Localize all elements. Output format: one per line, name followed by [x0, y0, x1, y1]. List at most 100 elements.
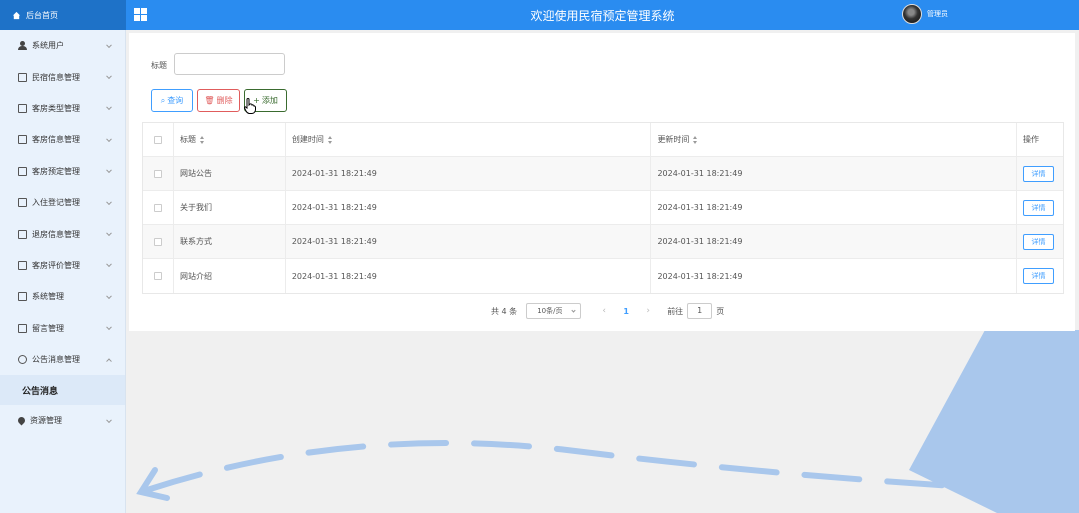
- row-updated: 2024-01-31 18:21:49: [651, 157, 1018, 190]
- chevron-down-icon: [106, 199, 112, 205]
- sort-icon[interactable]: [327, 135, 333, 144]
- row-title: 联系方式: [174, 225, 286, 258]
- header-updated-label: 更新时间: [657, 135, 690, 144]
- detail-button[interactable]: 详情: [1023, 268, 1055, 284]
- row-title: 关于我们: [174, 191, 286, 224]
- sidebar-item-homestay-info[interactable]: 民宿信息管理: [0, 61, 125, 92]
- page-size-select[interactable]: 10条/页: [526, 303, 582, 319]
- chevron-down-icon: [106, 261, 112, 268]
- info-icon: [18, 355, 27, 365]
- sidebar-item-checkin[interactable]: 入住登记管理: [0, 187, 125, 218]
- row-created: 2024-01-31 18:21:49: [286, 259, 652, 293]
- header-created-label: 创建时间: [291, 135, 324, 144]
- chevron-down-icon: [106, 324, 112, 331]
- sidebar-item-checkout[interactable]: 退房信息管理: [0, 218, 125, 249]
- top-header: 后台首页 欢迎使用民宿预定管理系统 管理员: [0, 0, 1079, 30]
- edit-icon: [18, 229, 27, 239]
- header-bar: 欢迎使用民宿预定管理系统 管理员: [126, 0, 1079, 30]
- sidebar-item-label: 客房评价管理: [32, 260, 80, 270]
- sidebar-item-system-users[interactable]: 系统用户: [0, 30, 125, 61]
- sidebar-item-messages[interactable]: 留言管理: [0, 313, 125, 344]
- background-decoration: [136, 330, 1079, 513]
- sidebar-subitem-label: 公告消息: [22, 386, 59, 397]
- header-title-label: 标题: [179, 135, 196, 144]
- table-body: 网站公告 2024-01-31 18:21:49 2024-01-31 18:2…: [143, 157, 1063, 293]
- sidebar-item-label: 资源管理: [30, 416, 62, 426]
- sidebar-item-room-info[interactable]: 客房信息管理: [0, 124, 125, 155]
- header-updated[interactable]: 更新时间: [651, 123, 1018, 156]
- sidebar-item-announcements[interactable]: 公告消息管理: [0, 344, 125, 375]
- avatar: [902, 4, 922, 24]
- sort-icon[interactable]: [199, 135, 205, 144]
- sidebar-item-system[interactable]: 系统管理: [0, 281, 125, 312]
- edit-icon: [18, 135, 27, 145]
- goto-page-input[interactable]: 1: [687, 303, 713, 319]
- table-row: 网站公告 2024-01-31 18:21:49 2024-01-31 18:2…: [143, 157, 1063, 191]
- goto-label: 前往: [667, 306, 684, 316]
- location-icon: [16, 416, 27, 426]
- header-created[interactable]: 创建时间: [286, 123, 652, 156]
- table-row: 联系方式 2024-01-31 18:21:49 2024-01-31 18:2…: [143, 225, 1063, 259]
- detail-button[interactable]: 详情: [1023, 233, 1055, 250]
- sidebar-subitem-announcement[interactable]: 公告消息: [0, 375, 125, 406]
- page-size-value: 10条/页: [537, 307, 563, 315]
- prev-page-button[interactable]: ‹: [593, 306, 615, 316]
- select-all-cell[interactable]: [143, 123, 174, 156]
- edit-icon: [18, 103, 27, 113]
- sidebar-item-label: 系统管理: [32, 292, 64, 302]
- chevron-down-icon: [571, 308, 576, 313]
- chevron-down-icon: [106, 73, 112, 80]
- table-row: 网站介绍 2024-01-31 18:21:49 2024-01-31 18:2…: [143, 259, 1063, 293]
- picture-icon: [18, 323, 27, 333]
- chevron-down-icon: [106, 104, 112, 111]
- sidebar-item-room-type[interactable]: 客房类型管理: [0, 93, 125, 124]
- user-menu[interactable]: 管理员: [902, 4, 948, 24]
- detail-button[interactable]: 详情: [1023, 165, 1055, 182]
- page-number-current[interactable]: 1: [615, 307, 637, 316]
- home-icon: [12, 11, 21, 19]
- row-created: 2024-01-31 18:21:49: [286, 191, 652, 224]
- sidebar-item-label: 系统用户: [32, 41, 64, 51]
- sidebar-item-label: 入住登记管理: [32, 198, 80, 208]
- edit-icon: [18, 166, 27, 176]
- next-page-button[interactable]: ›: [637, 306, 659, 316]
- row-created: 2024-01-31 18:21:49: [286, 157, 652, 190]
- row-updated: 2024-01-31 18:21:49: [651, 259, 1018, 293]
- home-label: 后台首页: [26, 10, 58, 20]
- sidebar-item-label: 公告消息管理: [32, 355, 80, 365]
- chevron-down-icon: [106, 230, 112, 237]
- detail-button[interactable]: 详情: [1023, 199, 1055, 216]
- delete-button[interactable]: 🗑 删除: [197, 89, 240, 112]
- row-updated: 2024-01-31 18:21:49: [651, 191, 1018, 224]
- search-title-label: 标题: [151, 61, 167, 70]
- sidebar-item-label: 客房信息管理: [32, 135, 80, 145]
- header-op-label: 操作: [1023, 135, 1040, 144]
- chevron-down-icon: [106, 136, 112, 142]
- content-panel: 标题 ⌕ 查询 🗑 删除 + 添加 标题 创建时间 更新时间 操作 网站公告 2…: [129, 33, 1075, 331]
- sidebar-item-resources[interactable]: 资源管理: [0, 405, 125, 436]
- chevron-up-icon: [106, 357, 112, 364]
- add-button-label: 添加: [261, 96, 278, 105]
- row-updated: 2024-01-31 18:21:49: [651, 225, 1018, 258]
- chevron-down-icon: [106, 417, 112, 424]
- header-title[interactable]: 标题: [174, 123, 286, 156]
- query-button[interactable]: ⌕ 查询: [151, 89, 193, 112]
- edit-icon: [18, 260, 27, 270]
- sort-icon[interactable]: [693, 135, 698, 144]
- announcement-table: 标题 创建时间 更新时间 操作 网站公告 2024-01-31 18:21:49…: [142, 122, 1064, 294]
- user-label: 管理员: [927, 10, 948, 18]
- sidebar-item-room-review[interactable]: 客房评价管理: [0, 250, 125, 281]
- chevron-down-icon: [106, 293, 112, 299]
- sidebar-item-label: 退房信息管理: [32, 229, 80, 239]
- row-checkbox[interactable]: [153, 203, 162, 212]
- trash-icon: 🗑: [204, 96, 215, 105]
- search-title-input[interactable]: [174, 53, 285, 75]
- row-checkbox[interactable]: [153, 272, 162, 280]
- picture-icon: [18, 292, 27, 302]
- sidebar-item-room-booking[interactable]: 客房预定管理: [0, 156, 125, 187]
- row-checkbox[interactable]: [153, 237, 162, 246]
- select-all-checkbox[interactable]: [153, 135, 162, 144]
- pagination: 共 4 条 10条/页 ‹ 1 › 前往 1 页: [491, 303, 724, 319]
- home-link[interactable]: 后台首页: [0, 0, 126, 30]
- row-checkbox[interactable]: [153, 169, 162, 178]
